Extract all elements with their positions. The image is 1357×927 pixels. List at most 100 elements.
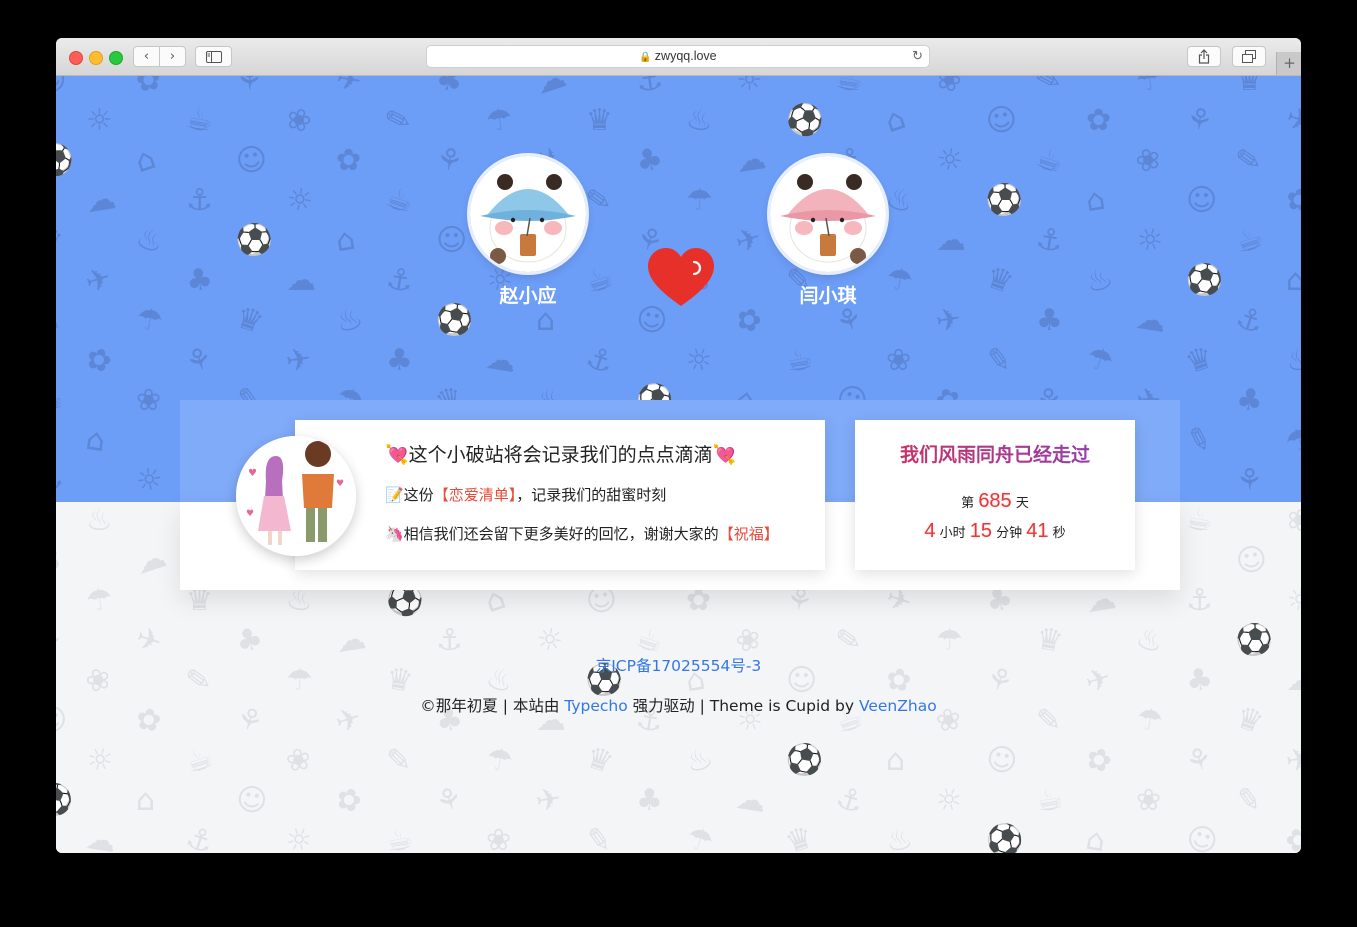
pattern-doodle: ⌂ [1083,181,1108,220]
pattern-doodle: ❀ [931,76,967,102]
reload-icon[interactable]: ↻ [912,46,923,67]
pattern-doodle: ⚽ [1183,260,1226,301]
pattern-doodle: ✿ [81,339,117,382]
boy-name: 赵小应 [499,285,557,307]
pattern-doodle: ♣ [631,139,668,182]
pattern-doodle: ☁ [733,140,769,181]
pattern-doodle: ☕ [1031,139,1068,182]
share-button[interactable] [1187,46,1221,67]
zoom-window-button[interactable] [109,51,123,65]
pattern-doodle: ♣ [636,783,663,818]
pattern-doodle: ✿ [1283,181,1301,220]
pattern-doodle: ✿ [331,779,367,822]
heart-icon [648,248,714,306]
pattern-doodle: ⚘ [56,621,66,660]
pattern-doodle: ☂ [1081,339,1118,382]
pattern-doodle: ⌂ [333,221,358,260]
back-button[interactable]: ‹ [134,47,159,66]
icp-link[interactable]: 京ICP备17025554号-3 [56,654,1301,676]
pattern-doodle: ☕ [783,341,816,380]
minutes-value: 15 [969,520,992,542]
pattern-doodle: ☺ [436,223,468,258]
forward-button[interactable]: › [159,47,185,66]
message-card: 💘这个小破站将会记录我们的点点滴滴💘 📝这份【恋爱清单】，记录我们的甜蜜时刻 🦄… [295,420,825,570]
pattern-doodle: ♣ [1233,381,1266,420]
pattern-doodle: ☺ [983,740,1020,781]
pattern-doodle: ☺ [1233,540,1270,581]
pattern-doodle: ☕ [181,739,218,782]
seconds-value: 41 [1026,520,1049,542]
pattern-doodle: ♛ [231,299,268,342]
pattern-doodle: ☕ [383,821,416,853]
footer-credits: ©那年初夏 | 本站由 Typecho 强力驱动 | Theme is Cupi… [56,694,1301,716]
message-line1-suffix: ，记录我们的甜蜜时刻 [516,486,667,504]
pattern-doodle: ♨ [1081,259,1118,302]
pattern-doodle: ✎ [983,341,1014,380]
address-bar[interactable]: 🔒 zwyqq.love ↻ [426,45,930,68]
couple-illustration: ♥ ♥ ♥ [236,436,356,556]
pattern-doodle: ☼ [681,339,718,382]
pattern-doodle: ☕ [833,76,866,100]
pattern-doodle: ♛ [581,739,618,782]
pattern-doodle: ⚓ [436,623,463,658]
svg-text:♥: ♥ [336,479,344,489]
pattern-doodle: ☼ [86,103,113,138]
pattern-doodle: ☼ [133,461,166,500]
sidebar-toggle-button[interactable] [195,46,232,67]
pattern-doodle: ☼ [81,739,118,782]
browser-titlebar: ‹ › 🔒 zwyqq.love ↻ + [56,38,1301,76]
pattern-doodle: ⚓ [581,339,618,382]
pattern-doodle: ♛ [1181,339,1218,382]
pattern-doodle: ♨ [683,101,716,140]
typecho-link[interactable]: Typecho [564,697,627,715]
message-title: 💘这个小破站将会记录我们的点点滴滴💘 [385,444,737,466]
pattern-doodle: ✎ [833,621,864,660]
pattern-doodle: ⚓ [1186,583,1213,618]
pattern-doodle: ☕ [1183,502,1216,540]
pattern-doodle: ♨ [131,219,168,262]
counter-title: 我们风雨同舟已经走过 [855,440,1135,467]
page-content: ☺ ✿ ⚘ ✈ ♣ ☁ ⚓ ☼ ☕ ❀ ✎ ☂ ♛ ♨ ☼ ☕ ❀ ✎ ☂ ♛ ♨ ⚽ ⌂ ☺ ✿ ⚘ ✈ ♣ ⚽ ⌂ ☺ ✿ ⚘ ✈ ♣ ☁ ⚓ ☼ ☕ ❀… [56,76,1301,853]
pattern-doodle: ☼ [283,181,316,220]
pattern-doodle: ✎ [56,306,61,336]
pattern-doodle: ✿ [133,76,164,100]
pattern-doodle: ✈ [1281,99,1301,142]
author-link[interactable]: VeenZhao [859,697,937,715]
pattern-doodle: ✿ [686,583,712,618]
new-tab-button[interactable]: + [1276,52,1301,75]
pattern-doodle: ♛ [981,259,1018,302]
pattern-doodle: ☼ [1283,581,1301,620]
message-line-list: 📝这份【恋爱清单】，记录我们的甜蜜时刻 [385,484,666,505]
pattern-doodle: ⌂ [83,421,108,460]
days-value: 685 [978,490,1012,512]
pattern-doodle: ♨ [86,503,113,538]
pattern-doodle: ⚓ [1231,299,1268,342]
pattern-doodle: ⚘ [433,141,466,180]
pattern-doodle: ✎ [386,743,412,778]
pattern-doodle: ✈ [1283,741,1301,780]
pattern-doodle: ☕ [1231,219,1268,262]
pattern-doodle: ✎ [1233,141,1264,180]
minimize-window-button[interactable] [89,51,103,65]
hours-value: 4 [924,520,936,542]
pattern-doodle: ♣ [431,76,468,102]
pattern-doodle: ♛ [186,583,213,618]
pattern-doodle: ✿ [1281,819,1301,853]
pattern-doodle: ⚽ [231,218,278,263]
pattern-doodle: ☺ [1186,183,1218,218]
blessing-link[interactable]: 【祝福】 [719,525,779,543]
close-window-button[interactable] [69,51,83,65]
pattern-doodle: ☺ [633,300,670,341]
love-list-link[interactable]: 【恋爱清单】 [434,486,517,504]
pattern-doodle: ⌂ [136,783,156,818]
tab-overview-button[interactable] [1232,46,1266,67]
pattern-doodle: ☁ [83,180,119,221]
pattern-doodle: ⚓ [181,819,218,853]
pattern-doodle: ⚓ [633,76,666,100]
pattern-doodle: ♨ [681,739,718,782]
pattern-doodle: ⚘ [1236,463,1263,498]
pattern-doodle: ☼ [933,141,966,180]
pattern-doodle: ☁ [531,76,571,102]
pattern-doodle: ♣ [1036,303,1063,338]
girl-name: 闫小琪 [799,285,857,307]
